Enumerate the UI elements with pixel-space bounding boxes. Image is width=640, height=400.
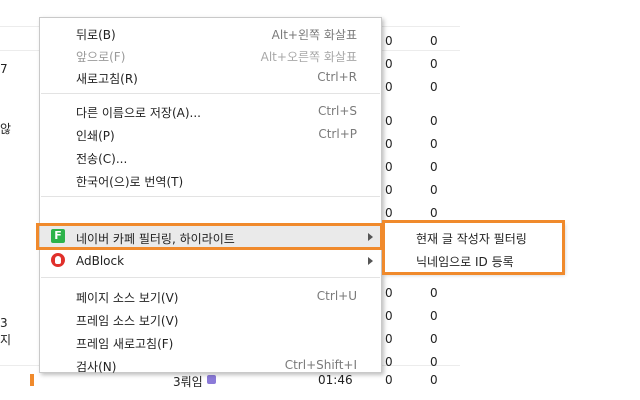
background-text-fragment: 지: [0, 333, 12, 347]
table-cell: 0: [430, 183, 438, 197]
menu-item-label: 다른 이름으로 저장(A)...: [76, 106, 201, 120]
menu-item-label: AdBlock: [76, 254, 125, 268]
table-cell: 0: [385, 332, 393, 346]
table-cell: 0: [385, 286, 393, 300]
menu-item-frame-reload[interactable]: 프레임 새로고침(F): [40, 331, 381, 353]
submenu-item-filter-author[interactable]: 현재 글 작성자 필터링: [382, 226, 563, 248]
table-cell: 0: [430, 355, 438, 369]
menu-item-shortcut: Alt+오른쪽 화살표: [260, 50, 357, 64]
menu-item-label: 네이버 카페 필터링, 하이라이트: [76, 232, 235, 246]
table-cell: 0: [430, 206, 438, 220]
table-cell: 0: [430, 34, 438, 48]
menu-item-label: 프레임 새로고침(F): [76, 337, 174, 351]
menu-item-label: 새로고침(R): [76, 72, 138, 86]
menu-item-label: 검사(N): [76, 360, 117, 374]
submenu-item-label: 닉네임으로 ID 등록: [416, 255, 514, 269]
adblock-icon: [51, 253, 65, 267]
menu-item-shortcut: Ctrl+P: [318, 127, 357, 141]
level-badge-icon: [207, 375, 216, 384]
menu-item-view-source[interactable]: 페이지 소스 보기(V) Ctrl+U: [40, 285, 381, 307]
menu-item-label: 페이지 소스 보기(V): [76, 291, 179, 305]
menu-separator: [41, 93, 380, 94]
table-cell: 0: [430, 286, 438, 300]
menu-separator: [41, 277, 380, 278]
menu-item-naver-cafe-filter[interactable]: F 네이버 카페 필터링, 하이라이트: [40, 226, 381, 248]
background-text-fragment: 7: [0, 62, 8, 76]
background-text-fragment: 3: [0, 316, 8, 330]
table-cell: 0: [430, 114, 438, 128]
table-cell: 0: [385, 137, 393, 151]
menu-item-cast[interactable]: 전송(C)...: [40, 146, 381, 168]
table-cell: 0: [385, 114, 393, 128]
table-cell: 0: [385, 80, 393, 94]
submenu-arrow-icon: [368, 233, 373, 241]
table-cell: 0: [385, 206, 393, 220]
naver-cafe-submenu: 현재 글 작성자 필터링 닉네임으로 ID 등록: [382, 222, 563, 273]
menu-separator: [41, 223, 380, 224]
menu-item-frame-source[interactable]: 프레임 소스 보기(V): [40, 308, 381, 330]
menu-item-label: 프레임 소스 보기(V): [76, 314, 179, 328]
menu-item-shortcut: Ctrl+R: [317, 70, 357, 84]
table-cell: 0: [430, 332, 438, 346]
background-text-fragment: 않: [0, 122, 12, 136]
menu-item-label: 인쇄(P): [76, 129, 115, 143]
table-cell: 0: [430, 57, 438, 71]
submenu-item-register-nickname[interactable]: 닉네임으로 ID 등록: [382, 249, 563, 271]
menu-item-label: 전송(C)...: [76, 152, 128, 166]
menu-item-forward[interactable]: 앞으로(F) Alt+오른쪽 화살표: [40, 44, 381, 66]
menu-item-adblock[interactable]: AdBlock: [40, 250, 381, 272]
table-cell: 0: [385, 183, 393, 197]
submenu-item-label: 현재 글 작성자 필터링: [416, 232, 527, 246]
menu-item-label: 한국어(으)로 번역(T): [76, 175, 184, 189]
menu-item-inspect[interactable]: 검사(N) Ctrl+Shift+I: [40, 354, 381, 376]
menu-item-label: 앞으로(F): [76, 50, 126, 64]
menu-separator: [41, 196, 380, 197]
menu-item-shortcut: Alt+왼쪽 화살표: [271, 28, 357, 42]
menu-item-save-as[interactable]: 다른 이름으로 저장(A)... Ctrl+S: [40, 100, 381, 122]
menu-item-shortcut: Ctrl+U: [316, 289, 357, 303]
menu-item-back[interactable]: 뒤로(B) Alt+왼쪽 화살표: [40, 22, 381, 44]
table-cell: 0: [385, 34, 393, 48]
table-cell: 0: [385, 57, 393, 71]
table-cell: 0: [385, 373, 393, 387]
row-marker: [30, 374, 34, 386]
menu-item-label: 뒤로(B): [76, 28, 116, 42]
table-cell: 0: [430, 137, 438, 151]
table-cell: 0: [430, 309, 438, 323]
menu-item-shortcut: Ctrl+Shift+I: [284, 358, 357, 372]
submenu-arrow-icon: [368, 257, 373, 265]
table-cell: 0: [430, 160, 438, 174]
menu-item-shortcut: Ctrl+S: [317, 104, 357, 118]
table-cell: 0: [430, 80, 438, 94]
table-cell: 0: [385, 160, 393, 174]
naver-cafe-filter-icon: F: [51, 229, 65, 243]
table-cell: 0: [385, 355, 393, 369]
menu-item-reload[interactable]: 새로고침(R) Ctrl+R: [40, 66, 381, 88]
context-menu: 뒤로(B) Alt+왼쪽 화살표 앞으로(F) Alt+오른쪽 화살표 새로고침…: [39, 17, 382, 376]
menu-item-translate[interactable]: 한국어(으)로 번역(T): [40, 169, 381, 191]
menu-item-print[interactable]: 인쇄(P) Ctrl+P: [40, 123, 381, 145]
table-cell: 0: [385, 309, 393, 323]
table-cell: 0: [430, 373, 438, 387]
